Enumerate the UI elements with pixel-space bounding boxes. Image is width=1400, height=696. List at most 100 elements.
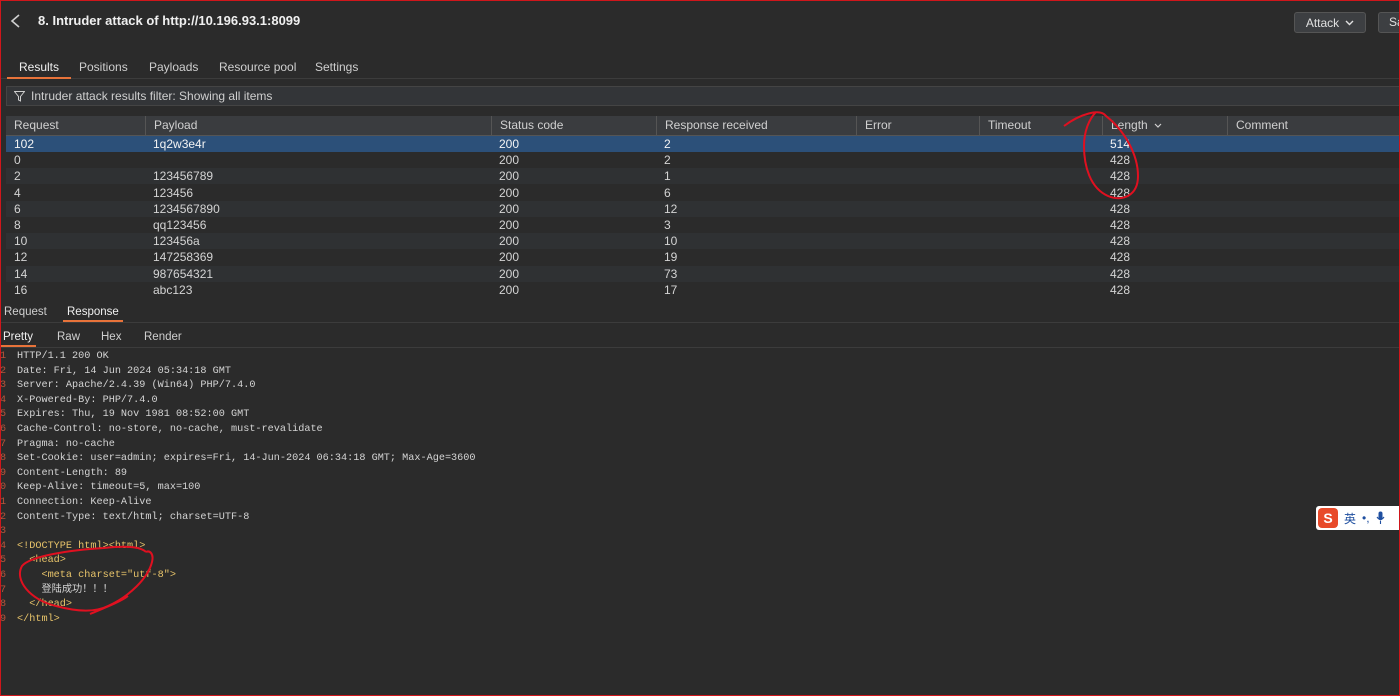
main-tabs: Results Positions Payloads Resource pool… — [0, 57, 1400, 79]
results-filter-bar[interactable]: Intruder attack results filter: Showing … — [6, 86, 1400, 106]
column-header-comment[interactable]: Comment — [1227, 116, 1400, 135]
code-line: Pragma: no-cache — [17, 438, 115, 450]
cell-response-received: 3 — [664, 218, 671, 232]
code-line: Expires: Thu, 19 Nov 1981 08:52:00 GMT — [17, 409, 250, 421]
table-row[interactable]: 102 1q2w3e4r 200 2 514 — [6, 136, 1400, 152]
line-number: 6 — [0, 569, 7, 581]
table-row[interactable]: 8 qq123456 200 3 428 — [6, 217, 1400, 233]
cell-status-code: 200 — [499, 169, 520, 184]
cell-payload: 123456789 — [153, 169, 214, 184]
tab-raw[interactable]: Raw — [54, 329, 83, 345]
window-title: 8. Intruder attack of http://10.196.93.1… — [38, 13, 301, 28]
cell-status-code: 200 — [499, 201, 520, 216]
cell-request: 6 — [14, 201, 21, 216]
filter-icon — [14, 91, 25, 102]
cell-payload: 987654321 — [153, 266, 214, 281]
cell-payload: 147258369 — [153, 250, 214, 265]
column-header-payload[interactable]: Payload — [145, 116, 491, 135]
line-number: 9 — [0, 613, 7, 625]
cell-length: 428 — [1110, 282, 1131, 297]
table-row[interactable]: 12 147258369 200 19 428 — [6, 249, 1400, 266]
code-line: Server: Apache/2.4.39 (Win64) PHP/7.4.0 — [17, 380, 256, 392]
attack-button[interactable]: Attack — [1294, 12, 1366, 33]
cell-payload: 123456a — [153, 234, 200, 249]
column-header-timeout[interactable]: Timeout — [979, 116, 1102, 135]
cell-length: 428 — [1110, 234, 1131, 249]
table-row[interactable]: 16 abc123 200 17 428 — [6, 281, 1400, 298]
filter-text: Intruder attack results filter: Showing … — [31, 89, 273, 103]
tab-request[interactable]: Request — [0, 305, 51, 320]
table-row[interactable]: 0 200 2 428 — [6, 152, 1400, 169]
line-number: 3 — [0, 380, 7, 392]
line-number: 8 — [0, 453, 7, 465]
cell-request: 102 — [14, 137, 35, 151]
cell-length: 428 — [1110, 250, 1131, 265]
cell-response-received: 17 — [664, 282, 678, 297]
cell-status-code: 200 — [499, 282, 520, 297]
tab-results[interactable]: Results — [7, 57, 72, 79]
cell-payload: 1q2w3e4r — [153, 137, 206, 151]
cell-response-received: 19 — [664, 250, 678, 265]
line-number: 8 — [0, 599, 7, 611]
tab-resource-pool[interactable]: Resource pool — [207, 57, 308, 77]
cell-status-code: 200 — [499, 153, 520, 168]
save-button[interactable]: Sa — [1378, 12, 1400, 33]
table-header: Request Payload Status code Response rec… — [6, 116, 1400, 136]
code-line: <meta charset="utf-8"> — [17, 569, 176, 581]
tab-render[interactable]: Render — [141, 329, 185, 345]
results-table: Request Payload Status code Response rec… — [6, 116, 1400, 298]
ime-punctuation-toggle[interactable]: •, — [1362, 511, 1370, 525]
tab-settings[interactable]: Settings — [303, 57, 370, 77]
table-row[interactable]: 2 123456789 200 1 428 — [6, 168, 1400, 185]
line-number: 7 — [0, 438, 7, 450]
code-line: X-Powered-By: PHP/7.4.0 — [17, 394, 158, 406]
cell-length: 428 — [1110, 201, 1131, 216]
response-editor[interactable]: 1 2 3 4 5 6 7 8 9 0 1 2 3 4 5 6 7 8 9 HTTP/1.1 200 OK Date:… — [0, 350, 1400, 696]
column-header-length-label: Length — [1111, 118, 1148, 132]
line-number: 0 — [0, 482, 7, 494]
cell-request: 16 — [14, 282, 28, 297]
cell-payload: 1234567890 — [153, 201, 220, 216]
cell-response-received: 10 — [664, 234, 678, 249]
tab-pretty[interactable]: Pretty — [0, 329, 37, 347]
table-row[interactable]: 6 1234567890 200 12 428 — [6, 200, 1400, 217]
line-number: 5 — [0, 555, 7, 567]
code-line: Set-Cookie: user=admin; expires=Fri, 14-… — [17, 453, 476, 465]
table-row[interactable]: 4 123456 200 6 428 — [6, 184, 1400, 201]
table-row[interactable]: 14 987654321 200 73 428 — [6, 265, 1400, 282]
code-line: Connection: Keep-Alive — [17, 496, 152, 508]
code-line: <!DOCTYPE html><html> — [17, 540, 146, 552]
ime-language-toggle[interactable]: 英 — [1344, 510, 1356, 527]
back-arrow-icon[interactable] — [8, 13, 24, 29]
ime-toolbar[interactable]: S 英 •, — [1316, 506, 1400, 530]
code-line: Keep-Alive: timeout=5, max=100 — [17, 482, 201, 494]
column-header-error[interactable]: Error — [856, 116, 979, 135]
column-header-status-code[interactable]: Status code — [491, 116, 656, 135]
cell-length: 514 — [1110, 137, 1131, 151]
tab-payloads[interactable]: Payloads — [137, 57, 210, 77]
column-header-length[interactable]: Length — [1102, 116, 1227, 135]
sort-descending-icon — [1154, 123, 1162, 128]
view-tabs: Pretty Raw Hex Render — [0, 329, 1400, 348]
code-line: Cache-Control: no-store, no-cache, must-… — [17, 423, 323, 435]
cell-payload: abc123 — [153, 282, 193, 297]
tab-positions[interactable]: Positions — [67, 57, 140, 77]
line-number: 1 — [0, 351, 7, 362]
code-line: 登陆成功！！！ — [17, 584, 113, 596]
cell-request: 2 — [14, 169, 21, 184]
microphone-icon[interactable] — [1376, 511, 1385, 525]
line-number: 6 — [0, 423, 7, 435]
ime-logo: S — [1318, 508, 1338, 528]
column-header-response-received[interactable]: Response received — [656, 116, 856, 135]
cell-request: 0 — [14, 153, 21, 168]
line-number: 1 — [0, 496, 7, 508]
cell-request: 10 — [14, 234, 28, 249]
message-tabs: Request Response — [0, 305, 1400, 323]
tab-response[interactable]: Response — [63, 305, 123, 322]
line-number: 9 — [0, 467, 7, 479]
column-header-request[interactable]: Request — [6, 116, 145, 135]
cell-status-code: 200 — [499, 234, 520, 249]
table-row[interactable]: 10 123456a 200 10 428 — [6, 233, 1400, 250]
tab-hex[interactable]: Hex — [98, 329, 124, 345]
cell-request: 12 — [14, 250, 28, 265]
